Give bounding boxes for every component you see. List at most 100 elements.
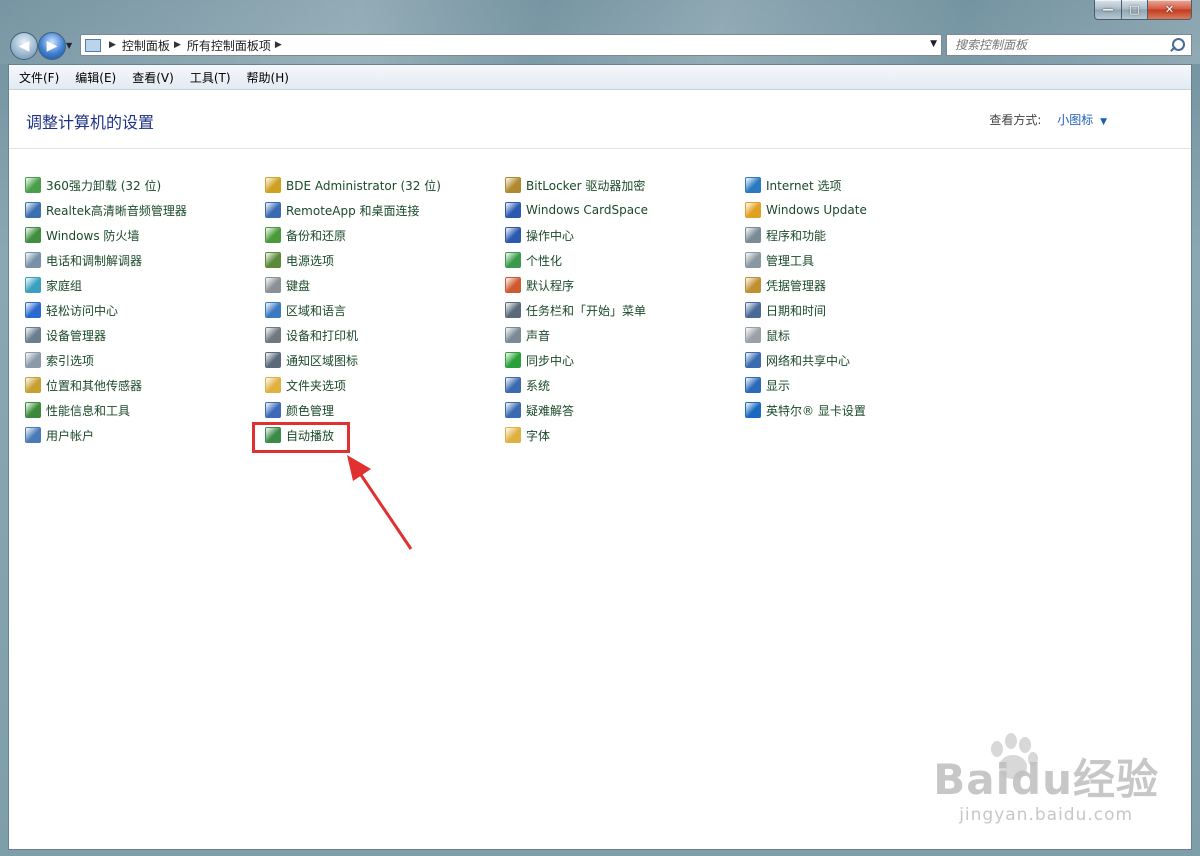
- control-panel-item[interactable]: Realtek高清晰音频管理器: [25, 200, 187, 220]
- item-label[interactable]: 系统: [526, 377, 550, 394]
- control-panel-item[interactable]: 鼠标: [745, 325, 790, 345]
- control-panel-item[interactable]: BitLocker 驱动器加密: [505, 175, 645, 195]
- control-panel-item[interactable]: 管理工具: [745, 250, 814, 270]
- item-label[interactable]: 设备管理器: [46, 327, 106, 344]
- control-panel-item[interactable]: Internet 选项: [745, 175, 841, 195]
- item-label[interactable]: 键盘: [286, 277, 310, 294]
- item-label[interactable]: 默认程序: [526, 277, 574, 294]
- control-panel-item[interactable]: 用户帐户: [25, 425, 94, 445]
- item-label[interactable]: 备份和还原: [286, 227, 346, 244]
- item-label[interactable]: BitLocker 驱动器加密: [526, 177, 645, 194]
- control-panel-item[interactable]: 操作中心: [505, 225, 574, 245]
- item-label[interactable]: 用户帐户: [46, 427, 94, 444]
- control-panel-item[interactable]: 键盘: [265, 275, 310, 295]
- control-panel-item[interactable]: 轻松访问中心: [25, 300, 118, 320]
- control-panel-item[interactable]: 索引选项: [25, 350, 94, 370]
- item-label[interactable]: 性能信息和工具: [46, 402, 130, 419]
- view-by-value[interactable]: 小图标: [1057, 113, 1093, 127]
- item-label[interactable]: 字体: [526, 427, 550, 444]
- item-label[interactable]: RemoteApp 和桌面连接: [286, 202, 420, 219]
- control-panel-item[interactable]: 设备管理器: [25, 325, 106, 345]
- item-label[interactable]: Internet 选项: [766, 177, 841, 194]
- chevron-down-icon[interactable]: ▼: [1100, 117, 1107, 127]
- control-panel-item[interactable]: 通知区域图标: [265, 350, 358, 370]
- control-panel-item[interactable]: 家庭组: [25, 275, 82, 295]
- item-label[interactable]: 英特尔® 显卡设置: [766, 402, 866, 419]
- control-panel-item[interactable]: 设备和打印机: [265, 325, 358, 345]
- item-label[interactable]: 管理工具: [766, 252, 814, 269]
- search-input[interactable]: [953, 37, 1167, 53]
- item-label[interactable]: 颜色管理: [286, 402, 334, 419]
- control-panel-item[interactable]: 英特尔® 显卡设置: [745, 400, 866, 420]
- item-label[interactable]: 声音: [526, 327, 550, 344]
- control-panel-item[interactable]: 同步中心: [505, 350, 574, 370]
- item-label[interactable]: 日期和时间: [766, 302, 826, 319]
- item-label[interactable]: 360强力卸载 (32 位): [46, 177, 161, 194]
- minimize-button[interactable]: —: [1094, 0, 1122, 20]
- control-panel-item[interactable]: RemoteApp 和桌面连接: [265, 200, 420, 220]
- item-label[interactable]: Realtek高清晰音频管理器: [46, 202, 187, 219]
- control-panel-item[interactable]: 系统: [505, 375, 550, 395]
- control-panel-item[interactable]: 颜色管理: [265, 400, 334, 420]
- item-label[interactable]: 索引选项: [46, 352, 94, 369]
- item-label[interactable]: Windows 防火墙: [46, 227, 139, 244]
- control-panel-item[interactable]: Windows 防火墙: [25, 225, 139, 245]
- item-label[interactable]: 设备和打印机: [286, 327, 358, 344]
- menu-view[interactable]: 查看(V): [122, 69, 180, 86]
- item-label[interactable]: 操作中心: [526, 227, 574, 244]
- control-panel-item[interactable]: 位置和其他传感器: [25, 375, 142, 395]
- control-panel-item[interactable]: 日期和时间: [745, 300, 826, 320]
- control-panel-item[interactable]: 程序和功能: [745, 225, 826, 245]
- menu-edit[interactable]: 编辑(E): [65, 69, 122, 86]
- item-label[interactable]: Windows Update: [766, 203, 867, 217]
- close-button[interactable]: ✕: [1148, 0, 1192, 20]
- control-panel-item[interactable]: Windows Update: [745, 200, 867, 220]
- item-label[interactable]: 程序和功能: [766, 227, 826, 244]
- item-label[interactable]: 轻松访问中心: [46, 302, 118, 319]
- view-by-select[interactable]: 小图标 ▼: [1057, 113, 1107, 127]
- maximize-button[interactable]: □: [1122, 0, 1148, 20]
- control-panel-item[interactable]: 声音: [505, 325, 550, 345]
- control-panel-item[interactable]: 凭据管理器: [745, 275, 826, 295]
- control-panel-item[interactable]: 任务栏和「开始」菜单: [505, 300, 646, 320]
- chevron-right-icon[interactable]: ▶: [109, 40, 116, 50]
- search-box[interactable]: [946, 34, 1192, 56]
- forward-button[interactable]: ▶: [38, 32, 66, 60]
- recent-pages-dropdown-icon[interactable]: ▼: [66, 41, 72, 50]
- control-panel-item[interactable]: Windows CardSpace: [505, 200, 648, 220]
- chevron-right-icon[interactable]: ▶: [174, 40, 181, 50]
- control-panel-item[interactable]: 电话和调制解调器: [25, 250, 142, 270]
- item-label[interactable]: 区域和语言: [286, 302, 346, 319]
- item-label[interactable]: 文件夹选项: [286, 377, 346, 394]
- control-panel-item[interactable]: 个性化: [505, 250, 562, 270]
- item-label[interactable]: 电源选项: [286, 252, 334, 269]
- breadcrumb-control-panel[interactable]: 控制面板: [122, 37, 170, 54]
- item-label[interactable]: 鼠标: [766, 327, 790, 344]
- control-panel-item[interactable]: 电源选项: [265, 250, 334, 270]
- item-label[interactable]: 显示: [766, 377, 790, 394]
- control-panel-item[interactable]: 区域和语言: [265, 300, 346, 320]
- control-panel-item[interactable]: 备份和还原: [265, 225, 346, 245]
- item-label[interactable]: BDE Administrator (32 位): [286, 177, 441, 194]
- item-label[interactable]: 电话和调制解调器: [46, 252, 142, 269]
- item-label[interactable]: 网络和共享中心: [766, 352, 850, 369]
- back-button[interactable]: ◀: [10, 32, 38, 60]
- control-panel-item[interactable]: 网络和共享中心: [745, 350, 850, 370]
- item-label[interactable]: 家庭组: [46, 277, 82, 294]
- item-label[interactable]: 通知区域图标: [286, 352, 358, 369]
- control-panel-item[interactable]: 360强力卸载 (32 位): [25, 175, 161, 195]
- chevron-right-icon[interactable]: ▶: [275, 40, 282, 50]
- menu-help[interactable]: 帮助(H): [237, 69, 295, 86]
- menu-file[interactable]: 文件(F): [9, 69, 65, 86]
- search-icon[interactable]: [1172, 38, 1185, 51]
- address-dropdown-icon[interactable]: ▼: [930, 39, 937, 49]
- control-panel-item[interactable]: 性能信息和工具: [25, 400, 130, 420]
- breadcrumb-all-items[interactable]: 所有控制面板项: [187, 37, 271, 54]
- menu-tools[interactable]: 工具(T): [180, 69, 237, 86]
- control-panel-item[interactable]: 疑难解答: [505, 400, 574, 420]
- item-label[interactable]: 疑难解答: [526, 402, 574, 419]
- control-panel-item[interactable]: 文件夹选项: [265, 375, 346, 395]
- item-label[interactable]: 任务栏和「开始」菜单: [526, 302, 646, 319]
- item-label[interactable]: 同步中心: [526, 352, 574, 369]
- address-bar[interactable]: ▶ 控制面板 ▶ 所有控制面板项 ▶ ▼: [80, 34, 942, 56]
